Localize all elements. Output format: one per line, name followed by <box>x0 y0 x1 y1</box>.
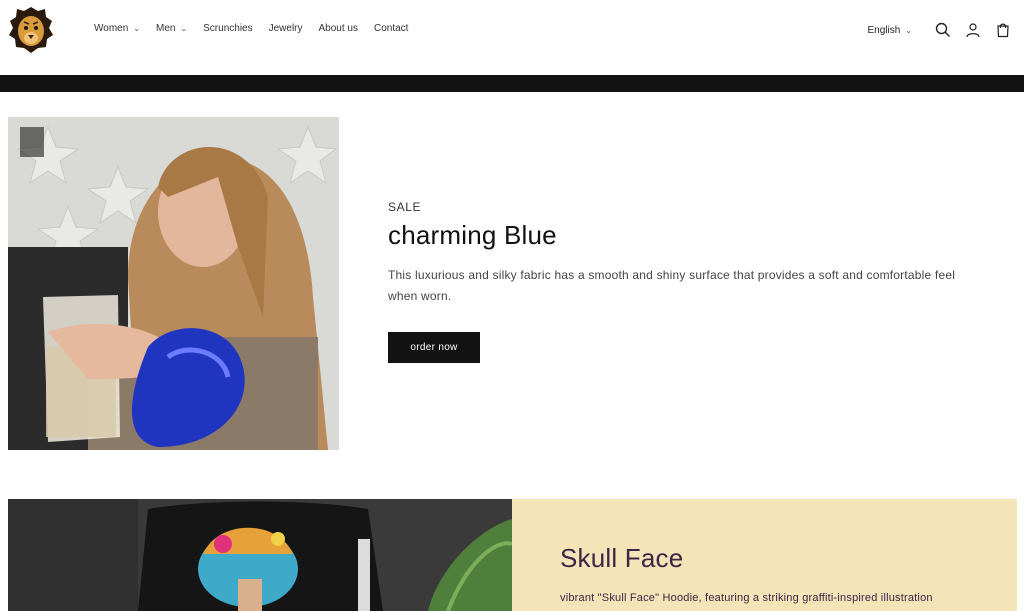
language-selector[interactable]: English ⌄ <box>867 25 912 36</box>
nav-item-scrunchies[interactable]: Scrunchies <box>203 23 252 34</box>
lion-logo-icon[interactable] <box>8 6 54 54</box>
skull-face-title: Skull Face <box>560 543 684 573</box>
nav-label-jewelry: Jewelry <box>268 23 303 34</box>
cart-icon[interactable] <box>992 19 1014 41</box>
chevron-down-icon: ⌄ <box>180 24 188 33</box>
chevron-down-icon: ⌄ <box>133 24 140 33</box>
skull-face-panel: Skull Face vibrant "Skull Face" Hoodie, … <box>512 499 1017 611</box>
search-icon[interactable] <box>932 19 954 41</box>
nav-item-about-us[interactable]: About us <box>319 23 358 34</box>
chevron-down-icon: ⌄ <box>905 25 912 35</box>
nav-label-scrunchies: Scrunchies <box>203 23 253 34</box>
nav-item-jewelry[interactable]: Jewelry <box>269 23 303 34</box>
nav-label-women: Women <box>94 23 129 34</box>
order-now-button[interactable]: order now <box>388 332 480 363</box>
hero-eyebrow: SALE <box>388 200 422 214</box>
site-header: Women ⌄ Men ⌄ Scrunchies Jewelry About u… <box>0 0 1024 75</box>
language-label: English <box>867 24 901 36</box>
nav-item-men[interactable]: Men ⌄ <box>156 23 187 34</box>
hero-content: SALE charming Blue This luxurious and si… <box>388 200 988 363</box>
header-actions: English ⌄ <box>867 19 1014 41</box>
nav-label-about-us: About us <box>318 23 358 34</box>
nav-label-men: Men <box>155 23 176 34</box>
nav-item-women[interactable]: Women ⌄ <box>94 23 140 34</box>
nav-label-contact: Contact <box>374 23 409 34</box>
nav-item-contact[interactable]: Contact <box>374 23 408 34</box>
hero-title: charming Blue <box>388 220 557 250</box>
account-icon[interactable] <box>962 19 984 41</box>
hero-product-image <box>8 117 339 450</box>
announcement-bar <box>0 75 1024 92</box>
skull-face-description: vibrant "Skull Face" Hoodie, featuring a… <box>560 592 933 604</box>
hero-description: This luxurious and silky fabric has a sm… <box>388 268 956 303</box>
skull-face-hoodie-image <box>8 499 512 611</box>
main-nav: Women ⌄ Men ⌄ Scrunchies Jewelry About u… <box>94 23 424 34</box>
